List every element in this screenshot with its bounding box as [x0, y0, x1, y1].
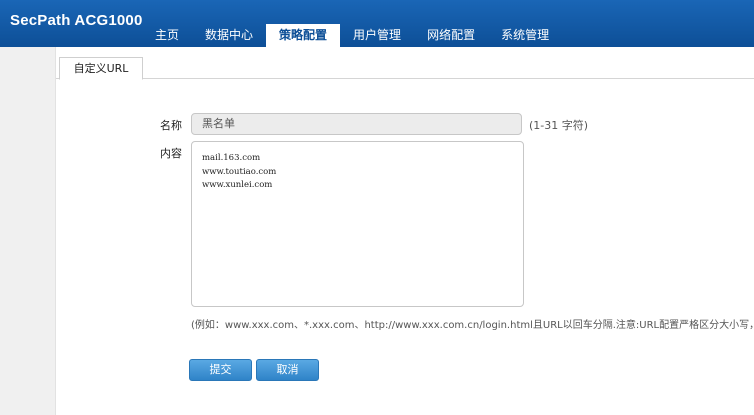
content-textarea[interactable]: mail.163.com www.toutiao.com www.xunlei.… — [191, 141, 524, 307]
nav-item-user-management[interactable]: 用户管理 — [340, 24, 414, 47]
name-label: 名称 — [160, 119, 182, 132]
nav-item-policy-config[interactable]: 策略配置 — [266, 24, 341, 47]
content-line: www.xunlei.com — [202, 180, 273, 190]
content-label: 内容 — [160, 147, 182, 160]
submit-button[interactable]: 提交 — [189, 359, 252, 381]
nav-item-home[interactable]: 主页 — [142, 24, 192, 47]
nav-item-system-management[interactable]: 系统管理 — [488, 24, 562, 47]
content-line: mail.163.com — [202, 153, 261, 163]
nav-item-data-center[interactable]: 数据中心 — [192, 24, 266, 47]
name-field[interactable]: 黑名单 — [191, 113, 522, 135]
top-header: SecPath ACG1000 主页 数据中心 策略配置 用户管理 网络配置 系… — [0, 0, 754, 47]
tab-strip: 自定义URL — [56, 47, 754, 80]
left-sidebar — [0, 47, 56, 415]
name-length-hint: (1-31 字符) — [529, 119, 589, 132]
cancel-button[interactable]: 取消 — [256, 359, 319, 381]
main-nav: 主页 数据中心 策略配置 用户管理 网络配置 系统管理 — [142, 24, 562, 47]
content-line: www.toutiao.com — [202, 166, 277, 177]
tab-custom-url[interactable]: 自定义URL — [59, 57, 143, 80]
url-format-hint: (例如：www.xxx.com、*.xxx.com、http://www.xxx… — [191, 320, 754, 331]
nav-item-network-config[interactable]: 网络配置 — [414, 24, 488, 47]
product-title: SecPath ACG1000 — [10, 12, 143, 29]
